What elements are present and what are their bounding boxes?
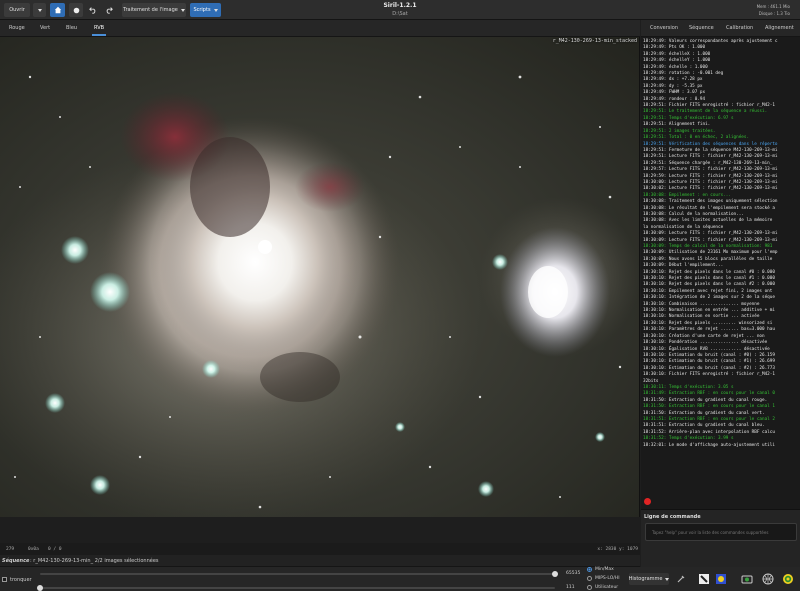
tab-blue[interactable]: Bleu [66, 25, 77, 31]
undo-button[interactable] [86, 3, 100, 17]
redo-icon [106, 7, 113, 14]
open-label: Ouvrir [9, 7, 25, 13]
tab-green[interactable]: Vert [40, 25, 50, 31]
clip-label: tronquer [10, 577, 32, 583]
resource-info: Mem : 461.1 Mio Disque : 1.3 Tio [757, 3, 790, 17]
working-directory: D:\Sat [392, 11, 408, 17]
zoom-value: 279 [6, 547, 15, 552]
redo-button[interactable] [102, 3, 116, 17]
sequence-info: : r_M42-130-269-13-min_ 2/2 images sélec… [30, 558, 159, 564]
color-picker-button[interactable] [674, 572, 688, 586]
chevron-down-icon [213, 8, 218, 12]
log-line: 18:29:59: Lecture FITS : fichier r_M42-1… [643, 173, 778, 179]
max-value[interactable]: 65535 [566, 571, 580, 576]
mips-label: MIPS-LO/HI [595, 576, 620, 581]
negative-icon [699, 574, 709, 584]
annotate-button[interactable] [761, 572, 775, 586]
chevron-down-icon [180, 8, 185, 12]
minmax-radio[interactable] [587, 567, 592, 572]
tab-alignment[interactable]: Alignement [765, 25, 794, 31]
grid-button[interactable] [781, 572, 795, 586]
open-menu-button[interactable] [33, 3, 46, 17]
status-indicator-icon [644, 498, 651, 505]
log-line: 18:30:08: Traitement des images uniqueme… [643, 199, 778, 205]
clip-checkbox[interactable] [2, 577, 7, 582]
image-processing-label: Traitement de l'image [123, 7, 178, 13]
log-line: 18:29:51: Lecture FITS : fichier r_M42-1… [643, 154, 778, 160]
image-filename: r_M42-130-269-13-min_stacked [552, 38, 637, 44]
header-bar: Ouvrir Traitement de l'image Scripts Sir… [0, 0, 800, 20]
log-line: 18:29:51: Vérification des séquences dan… [643, 141, 778, 147]
max-slider-handle[interactable] [552, 571, 558, 577]
log-line: 18:30:02: Lecture FITS : fichier r_M42-1… [643, 186, 778, 192]
channel-tabs: Rouge Vert Bleu RVB [0, 20, 640, 37]
target-icon [783, 574, 793, 584]
sequence-label: Séquence [2, 558, 30, 564]
log-line: 18:30:09: Utilisation de 23161 Mo maximu… [643, 250, 778, 256]
command-input[interactable]: Tapez "help" pour voir la liste des comm… [645, 523, 797, 541]
image-processing-menu[interactable]: Traitement de l'image [122, 3, 186, 17]
bit-depth: 0x0a [28, 547, 39, 552]
tab-calibration[interactable]: Calibration [726, 25, 753, 31]
colormap-icon [716, 574, 726, 584]
right-panel-tabs: Conversion Séquence Calibration Aligneme… [641, 20, 800, 37]
livestack-button[interactable] [69, 3, 83, 17]
negative-view-button[interactable] [697, 572, 711, 586]
image-view[interactable]: r_M42-130-269-13-min_stacked [0, 37, 640, 517]
tab-conversion[interactable]: Conversion [650, 25, 678, 31]
log-line: 18:30:09: Lecture FITS : fichier r_M42-1… [643, 231, 778, 237]
open-button[interactable]: Ouvrir [4, 3, 30, 17]
min-value[interactable]: 111 [566, 585, 575, 590]
record-icon [73, 7, 79, 13]
status-bar: 279 0x0a 0 / 0 x: 2830 y: 1079 [0, 543, 640, 555]
window-title: Siril-1.2.1 [383, 2, 417, 9]
console-log[interactable]: 18:29:49: Valeurs correspondantes après … [641, 37, 800, 509]
log-line: 18:32:01: Le mode d'affichage auto-ajust… [643, 442, 775, 448]
display-controls: tronquer 65535 111 Min/Max MIPS-LO/HI Ut… [0, 567, 800, 591]
tab-red[interactable]: Rouge [9, 25, 25, 31]
scale-select[interactable]: Histogramme [628, 573, 670, 585]
user-label: Utilisateur [595, 585, 619, 590]
chevron-down-icon [665, 577, 670, 581]
photometry-button[interactable] [740, 572, 754, 586]
disk-space: Disque : 1.3 Tio [758, 11, 790, 16]
scale-label: Histogramme [628, 576, 663, 582]
false-color-button[interactable] [714, 572, 728, 586]
command-label: Ligne de commande [644, 514, 701, 520]
sequence-bar: Séquence : r_M42-130-269-13-min_ 2/2 ima… [0, 555, 640, 567]
globe-icon [762, 573, 774, 585]
memory-usage: Mem : 461.1 Mio [756, 4, 790, 9]
command-panel: Ligne de commande Tapez "help" pour voir… [641, 509, 800, 567]
nebula-image [0, 37, 639, 517]
eyedropper-icon [677, 575, 685, 583]
undo-icon [89, 7, 96, 14]
selection-info: 0 / 0 [48, 547, 62, 552]
scripts-label: Scripts [193, 7, 211, 13]
chevron-down-icon [37, 8, 42, 12]
log-line: 18:29:57: Lecture FITS : fichier r_M42-1… [643, 167, 778, 173]
scripts-menu[interactable]: Scripts [190, 3, 221, 17]
minmax-label: Min/Max [595, 567, 614, 572]
home-button[interactable] [50, 3, 65, 17]
tab-rgb[interactable]: RVB [91, 25, 107, 36]
tab-sequence[interactable]: Séquence [689, 25, 714, 31]
max-slider[interactable] [40, 573, 555, 575]
min-slider[interactable] [40, 587, 555, 589]
user-radio[interactable] [587, 585, 592, 590]
mips-radio[interactable] [587, 576, 592, 581]
cursor-coordinates: x: 2830 y: 1079 [597, 547, 638, 552]
min-slider-handle[interactable] [37, 585, 43, 591]
home-icon [54, 6, 61, 14]
camera-icon [741, 575, 753, 584]
